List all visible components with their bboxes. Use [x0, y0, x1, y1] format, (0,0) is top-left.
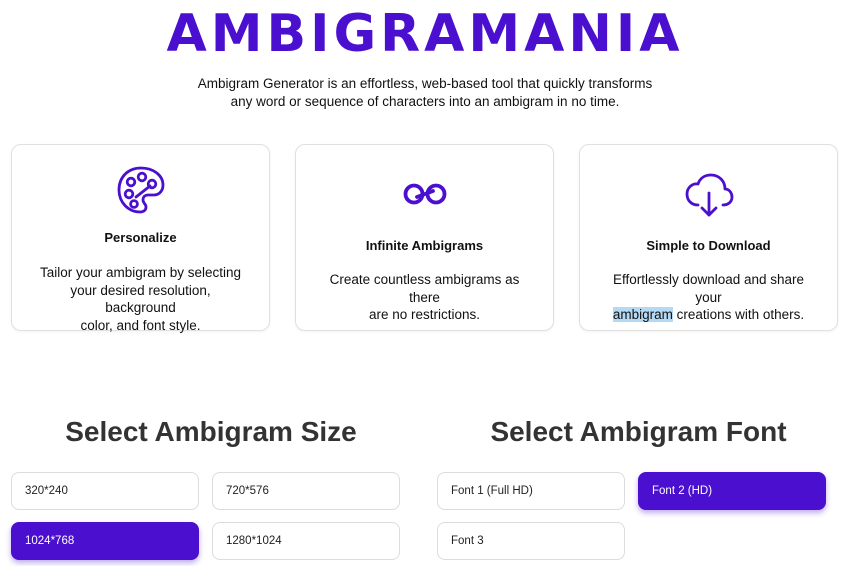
feature-title: Personalize [104, 230, 177, 245]
size-option-720x576[interactable]: 720*576 [212, 472, 400, 510]
size-option-320x240[interactable]: 320*240 [11, 472, 199, 510]
font-option-1[interactable]: Font 1 (Full HD) [437, 472, 625, 510]
feature-card-personalize: Personalize Tailor your ambigram by sele… [11, 144, 270, 333]
feature-title: Infinite Ambigrams [365, 238, 484, 253]
font-section-title: Select Ambigram Font [490, 416, 787, 447]
size-option-1280x1024[interactable]: 1280*1024 [212, 522, 400, 560]
feature-card-infinite: Infinite Ambigrams Create countless ambi… [295, 144, 554, 331]
tagline: Ambigram Generator is an effortless, web… [0, 75, 850, 111]
feature-card-download: Simple to Download Effortlessly download… [579, 144, 838, 331]
palette-icon [12, 163, 269, 217]
size-option-1024x768[interactable]: 1024*768 [11, 522, 199, 560]
feature-description: Create countless ambigrams as there are … [329, 272, 520, 322]
size-section-title: Select Ambigram Size [65, 416, 357, 447]
feature-title: Simple to Download [646, 238, 771, 253]
tagline-line-1: Ambigram Generator is an effortless, web… [197, 76, 653, 91]
cloud-download-icon [580, 173, 837, 219]
font-option-2[interactable]: Font 2 (HD) [638, 472, 826, 510]
feature-description: Effortlessly download and share your amb… [612, 272, 805, 322]
logo[interactable]: AMBIGRAMANIA [0, 4, 850, 64]
tagline-line-2: any word or sequence of characters into … [230, 94, 620, 109]
highlighted-text: ambigram [612, 307, 673, 322]
infinity-icon [296, 181, 553, 207]
font-option-3[interactable]: Font 3 [437, 522, 625, 560]
feature-description: Tailor your ambigram by selecting your d… [39, 265, 242, 333]
page: AMBIGRAMANIA Ambigram Generator is an ef… [0, 0, 850, 566]
